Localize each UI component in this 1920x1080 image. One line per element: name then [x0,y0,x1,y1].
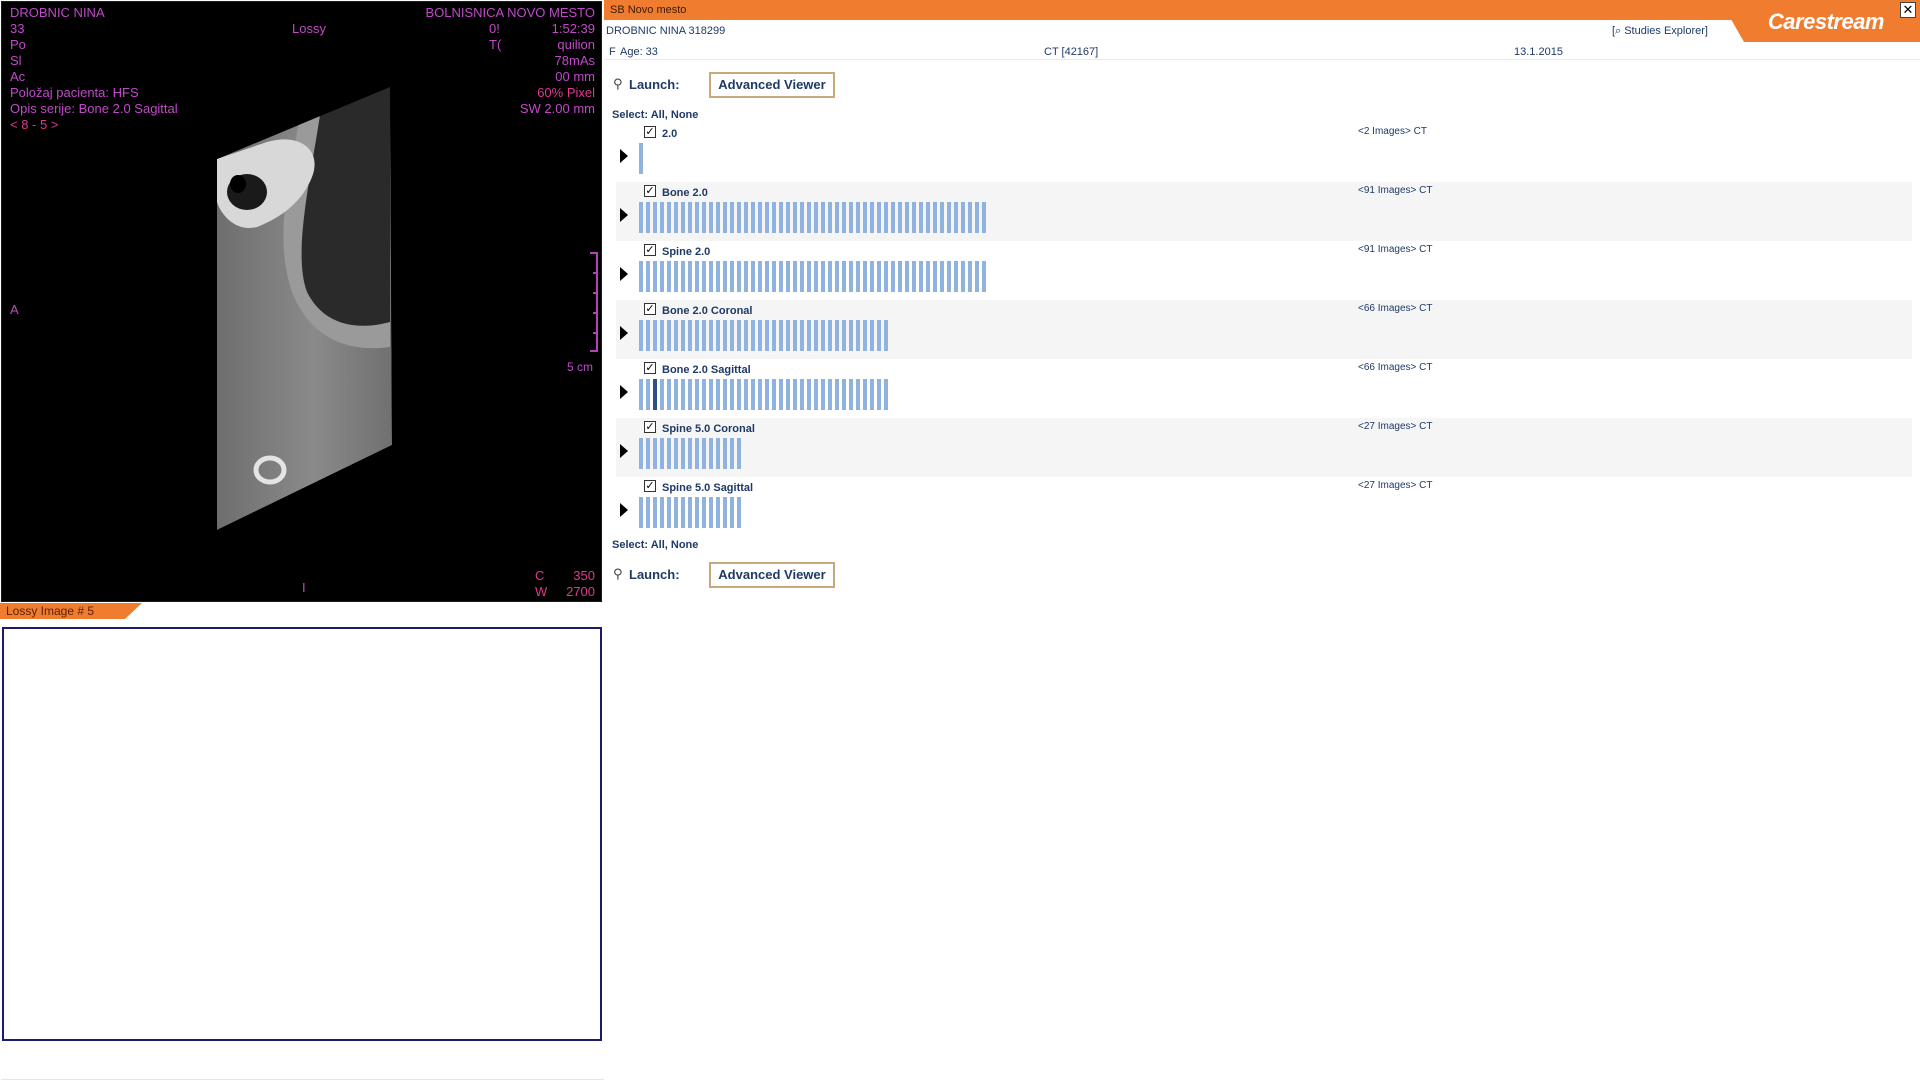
overlay-line: Sl [10,53,22,68]
study-info-row: F Age: 33 CT [42167] 13.1.2015 [604,44,1920,60]
series-image-count: <27 Images> CT [1358,421,1433,432]
key-icon: ⚲ [613,76,623,91]
overlay-image-nav[interactable]: < 8 - 5 > [10,117,178,133]
series-name[interactable]: Spine 5.0 Coronal [662,423,755,435]
select-all-none-bottom[interactable]: Select: All, None [612,539,698,551]
overlay-line: Ac [10,69,26,84]
series-image-count: <66 Images> CT [1358,303,1433,314]
expand-arrow-icon[interactable] [620,503,628,517]
advanced-viewer-button[interactable]: Advanced Viewer [709,562,835,588]
series-image-count: <2 Images> CT [1358,126,1427,137]
series-row[interactable]: ✓ Spine 2.0 <91 Images> CT [616,241,1912,300]
series-image-count: <91 Images> CT [1358,185,1433,196]
series-name[interactable]: Bone 2.0 [662,187,708,199]
series-thumbnail-strip[interactable] [639,379,891,410]
overlay-patient-position: Položaj pacienta: HFS [10,85,139,100]
expand-arrow-icon[interactable] [620,208,628,222]
expand-arrow-icon[interactable] [620,326,628,340]
close-button[interactable]: ✕ [1900,2,1916,18]
window-center-value: 350 [573,568,595,583]
overlay-line: Po [10,37,26,52]
overlay-time: 1:52:39 [551,21,595,36]
window-width-value: 2700 [566,584,595,599]
series-name[interactable]: 2.0 [662,128,677,140]
series-image-count: <91 Images> CT [1358,244,1433,255]
image-viewport[interactable]: DROBNIC NINA 33 Po Sl Ac Položaj pacient… [1,1,602,602]
series-checkbox[interactable]: ✓ [644,185,656,197]
series-thumbnail-strip[interactable] [639,261,989,292]
series-name[interactable]: Spine 5.0 Sagittal [662,482,753,494]
series-thumbnail-strip[interactable] [639,143,646,174]
expand-arrow-icon[interactable] [620,149,628,163]
expand-arrow-icon[interactable] [620,385,628,399]
series-row[interactable]: ✓ 2.0 <2 Images> CT [616,123,1912,182]
series-thumbnail-strip[interactable] [639,202,989,233]
series-name[interactable]: Spine 2.0 [662,246,710,258]
series-checkbox[interactable]: ✓ [644,480,656,492]
overlay-thickness: 00 mm [555,69,595,84]
series-checkbox[interactable]: ✓ [644,244,656,256]
study-modality: CT [42167] [1044,46,1099,58]
series-thumbnail-strip[interactable] [639,438,744,469]
key-icon: ⚲ [613,566,623,581]
series-thumbnail-strip[interactable] [639,497,744,528]
overlay-institution: BOLNISNICA NOVO MESTO [425,5,595,20]
select-all-none-top[interactable]: Select: All, None [612,109,698,121]
studies-explorer-link[interactable]: [⌕ Studies Explorer] [1612,25,1708,38]
overlay-window-level: C 350 W 2700 [535,568,595,600]
overlay-zoom: 60% Pixel [537,85,595,100]
series-name[interactable]: Bone 2.0 Sagittal [662,364,751,376]
patient-name-id: DROBNIC NINA 318299 [606,25,726,37]
scale-ruler [590,252,598,352]
lossy-image-tab[interactable]: Lossy Image # 5 [0,603,142,619]
window-width-key: W [535,584,548,599]
series-thumbnail-strip[interactable] [639,320,891,351]
study-date: 13.1.2015 [1514,46,1563,58]
overlay-model: quilion [557,37,595,52]
scale-label: 5 cm [566,360,593,374]
expand-arrow-icon[interactable] [620,267,628,281]
image-thumbnail-frame[interactable] [2,627,602,1041]
series-image-count: <66 Images> CT [1358,362,1433,373]
overlay-patient-age: 33 [10,21,25,36]
series-row[interactable]: ✓ Spine 5.0 Sagittal <27 Images> CT [616,477,1912,536]
series-checkbox[interactable]: ✓ [644,126,656,138]
advanced-viewer-button[interactable]: Advanced Viewer [709,72,835,98]
series-row[interactable]: ✓ Bone 2.0 Sagittal <66 Images> CT [616,359,1912,418]
expand-arrow-icon[interactable] [620,444,628,458]
series-row[interactable]: ✓ Bone 2.0 Coronal <66 Images> CT [616,300,1912,359]
carestream-logo: Carestream [1767,9,1885,34]
overlay-lossy: Lossy [292,21,326,36]
overlay-slice-width: SW 2.00 mm [519,101,595,116]
series-row[interactable]: ✓ Spine 5.0 Coronal <27 Images> CT [616,418,1912,477]
orientation-marker-bottom: I [302,580,306,595]
launch-label: Launch: [629,567,680,582]
logo-tab: Carestream [1720,0,1920,42]
series-name[interactable]: Bone 2.0 Coronal [662,305,752,317]
overlay-top-left: DROBNIC NINA 33 Po Sl Ac Položaj pacient… [10,5,178,133]
series-row[interactable]: ✓ Bone 2.0 <91 Images> CT [616,182,1912,241]
overlay-mas: 78mAs [554,53,595,68]
overlay-series-description: Opis serije: Bone 2.0 Sagittal [10,101,178,116]
series-checkbox[interactable]: ✓ [644,303,656,315]
series-panel: SB Novo mesto Carestream ✕ DROBNIC NINA … [604,0,1920,1080]
series-checkbox[interactable]: ✓ [644,421,656,433]
divider [604,59,1920,60]
series-image-count: <27 Images> CT [1358,480,1433,491]
orientation-marker-left: A [10,302,19,317]
launch-label: Launch: [629,77,680,92]
patient-sex: F [609,46,616,58]
patient-age: Age: 33 [620,46,658,58]
site-name: SB Novo mesto [610,4,687,16]
series-checkbox[interactable]: ✓ [644,362,656,374]
window-center-key: C [535,568,545,583]
overlay-top-right: BOLNISNICA NOVO MESTO 1:52:39 quilion 78… [425,5,595,117]
overlay-patient-name: DROBNIC NINA [10,5,105,20]
